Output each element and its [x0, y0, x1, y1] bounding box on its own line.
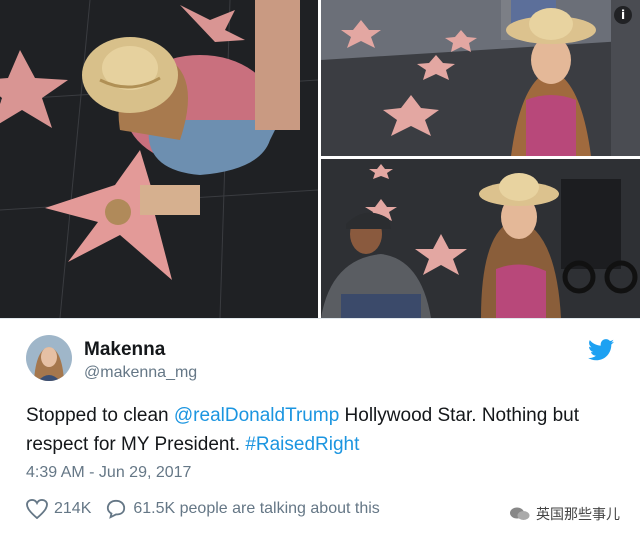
comment-bubble-icon — [107, 499, 126, 519]
like-button[interactable]: 214K — [26, 499, 91, 519]
watermark-text: 英国那些事儿 — [536, 506, 620, 522]
avatar[interactable] — [26, 335, 72, 381]
heart-icon — [26, 499, 48, 519]
tweet-timestamp[interactable]: 4:39 AM - Jun 29, 2017 — [26, 464, 191, 482]
tweet-photo-grid[interactable]: i — [0, 0, 640, 318]
wechat-icon — [510, 507, 530, 520]
tweet-card[interactable]: Makenna @makenna_mg Stopped to clean @re… — [0, 318, 640, 540]
tweet-text: Stopped to clean @realDonaldTrump Hollyw… — [26, 401, 616, 459]
photo-couple-on-star[interactable] — [321, 159, 640, 318]
like-count: 214K — [54, 500, 92, 517]
talking-count: 61.5K people are talking about this — [133, 500, 380, 517]
watermark: 英国那些事儿 — [510, 504, 620, 524]
reply-button[interactable]: 61.5K people are talking about this — [105, 499, 380, 519]
twitter-bird-icon[interactable] — [588, 339, 614, 361]
user-handle[interactable]: @makenna_mg — [84, 364, 197, 382]
mention-link[interactable]: @realDonaldTrump — [174, 405, 339, 426]
tweet-text-part1: Stopped to clean — [26, 405, 174, 426]
tweet-actions: 214K 61.5K people are talking about this — [26, 499, 394, 519]
user-name[interactable]: Makenna — [84, 339, 165, 361]
info-icon[interactable]: i — [614, 6, 632, 24]
photo-posing-portrait[interactable]: i — [321, 0, 640, 156]
hashtag-link[interactable]: #RaisedRight — [245, 434, 359, 455]
photo-cleaning-star[interactable] — [0, 0, 318, 318]
